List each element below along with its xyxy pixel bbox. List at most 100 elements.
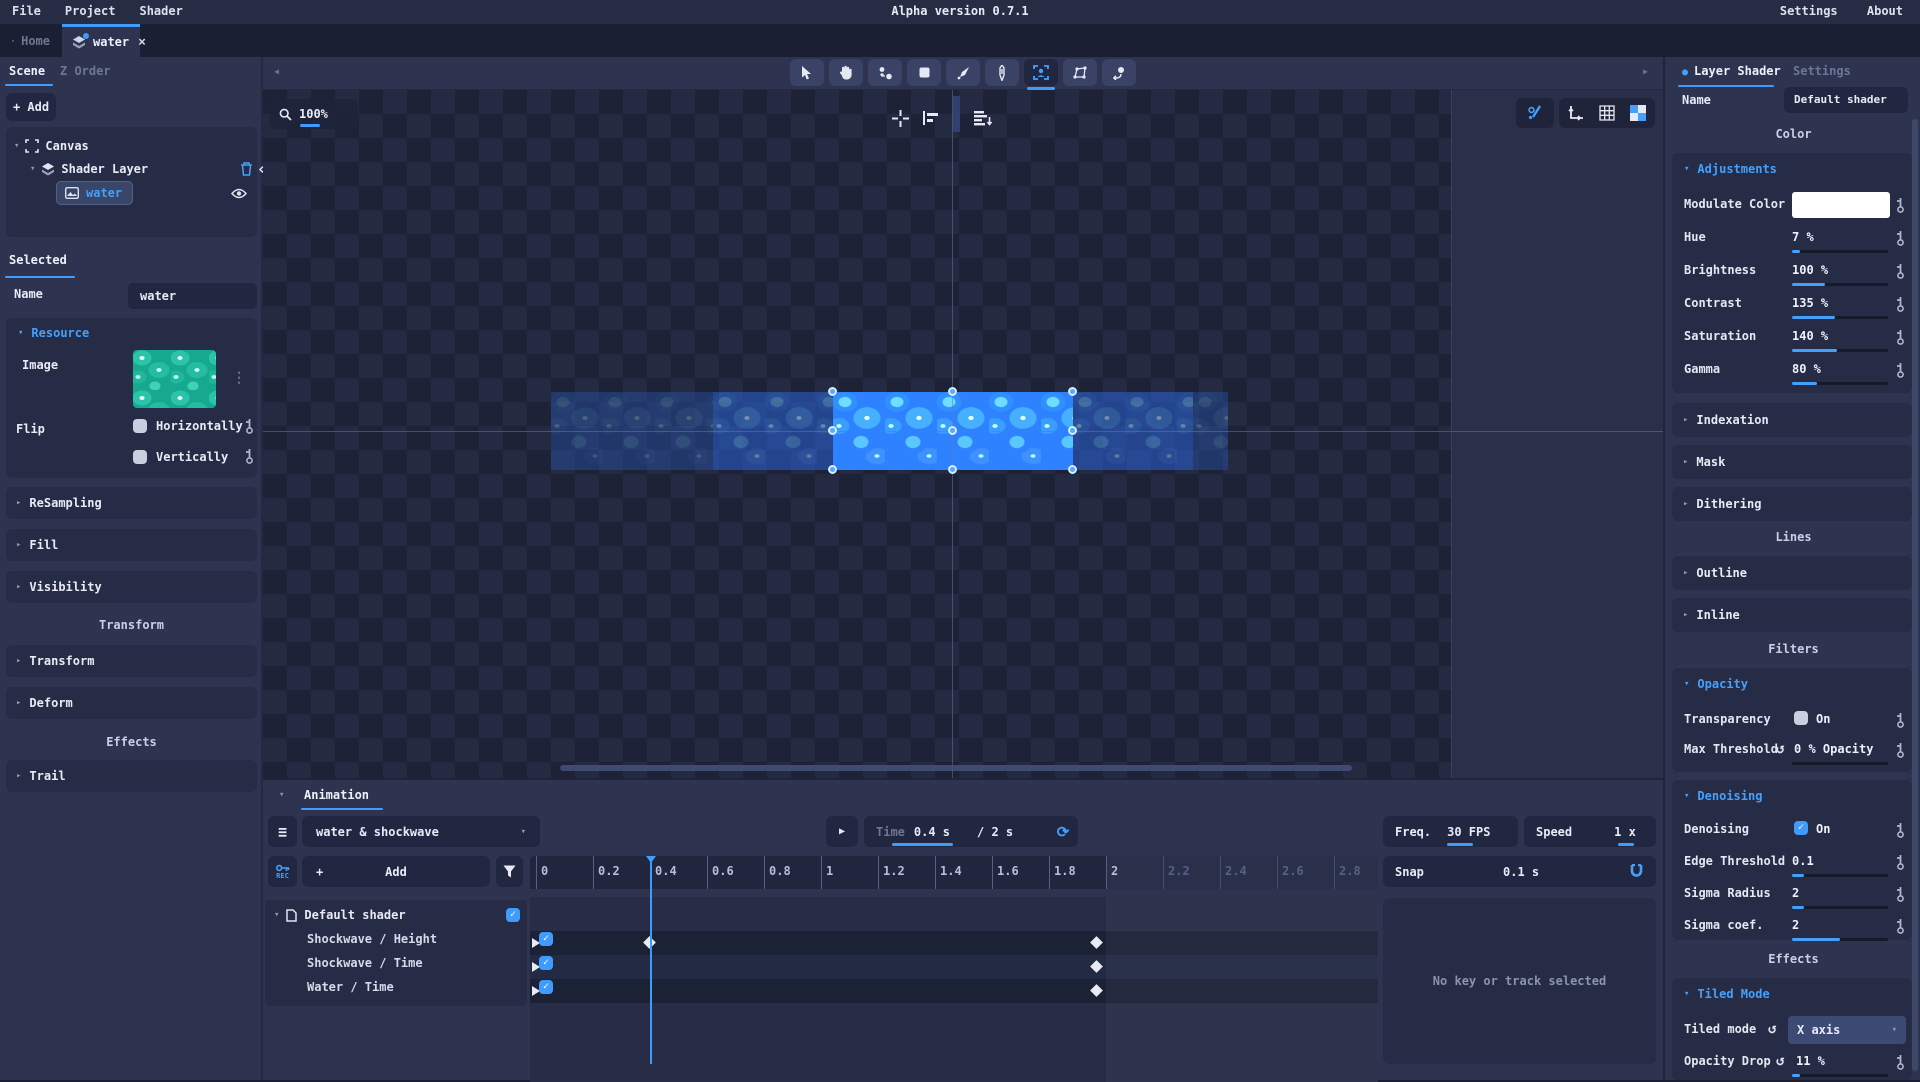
menu-project[interactable]: Project bbox=[65, 4, 116, 18]
selection-handle[interactable] bbox=[1068, 465, 1077, 474]
selection-handle[interactable] bbox=[828, 465, 837, 474]
panel-scrollbar[interactable] bbox=[1912, 119, 1918, 1071]
brush-tool-button[interactable] bbox=[946, 59, 980, 86]
opacity-drop-value[interactable]: 11 % bbox=[1796, 1054, 1825, 1068]
trash-icon[interactable] bbox=[240, 162, 253, 176]
canvas-viewport[interactable]: 100% bbox=[263, 90, 1663, 778]
sigma-coef-value[interactable]: 2 bbox=[1792, 918, 1799, 932]
selection-handle[interactable] bbox=[828, 387, 837, 396]
denoising-checkbox[interactable]: ✓ bbox=[1794, 821, 1808, 835]
tab-z-order[interactable]: Z Order bbox=[60, 64, 111, 78]
menu-about[interactable]: About bbox=[1867, 4, 1903, 18]
outline-section[interactable]: ▸Outline bbox=[1672, 556, 1912, 590]
keyframe-icon[interactable] bbox=[1895, 886, 1906, 902]
menu-settings[interactable]: Settings bbox=[1780, 4, 1838, 18]
edge-threshold-value[interactable]: 0.1 bbox=[1792, 854, 1814, 868]
section-deform[interactable]: ▸Deform bbox=[6, 687, 257, 719]
pan-tool-button[interactable] bbox=[829, 59, 863, 86]
frequency-field[interactable]: Freq. 30 FPS bbox=[1383, 816, 1518, 847]
select-tool-button[interactable] bbox=[790, 59, 824, 86]
menu-file[interactable]: File bbox=[12, 4, 41, 18]
resource-image-thumbnail[interactable] bbox=[133, 350, 216, 408]
more-options-icon[interactable]: ⋮ bbox=[232, 370, 246, 386]
eye-icon[interactable] bbox=[231, 188, 247, 199]
selection-handle[interactable] bbox=[828, 426, 837, 435]
chevron-down-icon[interactable]: ▾ bbox=[14, 141, 19, 151]
path-tool-button[interactable] bbox=[1063, 59, 1097, 86]
frame-tool-button[interactable] bbox=[1024, 59, 1058, 86]
mask-section[interactable]: ▸Mask bbox=[1672, 445, 1912, 479]
sigma-radius-slider[interactable] bbox=[1792, 906, 1888, 909]
tab-scene[interactable]: Scene bbox=[9, 64, 45, 78]
panel-collapse-icon[interactable]: ▾ bbox=[279, 790, 284, 800]
layer-name-input[interactable]: water bbox=[128, 283, 257, 309]
indexation-section[interactable]: ▸Indexation bbox=[1672, 403, 1912, 437]
tiled-mode-header[interactable]: ▾Tiled Mode bbox=[1672, 978, 1912, 1001]
track-row-default-shader[interactable]: ▾ Default shader ✓ bbox=[267, 903, 534, 927]
time-field[interactable]: Time 0.4 s / 2 s bbox=[864, 816, 1062, 847]
onion-skin-toggle[interactable] bbox=[1516, 98, 1554, 128]
hue-slider[interactable] bbox=[1792, 250, 1888, 253]
add-layer-button[interactable]: + Add bbox=[6, 93, 56, 121]
brightness-slider[interactable] bbox=[1792, 283, 1888, 286]
reset-icon[interactable]: ↺ bbox=[1776, 741, 1784, 757]
dimensions-icon[interactable] bbox=[1568, 105, 1584, 121]
resource-section-header[interactable]: ▾Resource bbox=[6, 318, 257, 340]
keyframe-icon[interactable] bbox=[244, 418, 255, 434]
menu-shader[interactable]: Shader bbox=[139, 4, 182, 18]
tab-water[interactable]: water × bbox=[62, 24, 140, 57]
track-visible-checkbox[interactable]: ✓ bbox=[539, 980, 553, 994]
keyframe-icon[interactable] bbox=[1895, 329, 1906, 345]
speed-field[interactable]: Speed 1 x bbox=[1524, 816, 1656, 847]
keyframe-icon[interactable] bbox=[1895, 742, 1906, 758]
keyframe-diamond[interactable] bbox=[1091, 960, 1104, 973]
checkerboard-icon[interactable] bbox=[1630, 105, 1646, 121]
saturation-slider[interactable] bbox=[1792, 349, 1888, 352]
keyframe-diamond[interactable] bbox=[1091, 984, 1104, 997]
pin-tool-button[interactable] bbox=[985, 59, 1019, 86]
keyframe-icon[interactable] bbox=[1895, 712, 1906, 728]
reset-icon[interactable]: ↺ bbox=[1776, 1053, 1784, 1069]
tiled-mode-dropdown[interactable]: X axis ▾ bbox=[1788, 1016, 1906, 1044]
loop-toggle-button[interactable]: ⟳ bbox=[1048, 816, 1078, 847]
sigma-radius-value[interactable]: 2 bbox=[1792, 886, 1799, 900]
track-row-shockwave-time[interactable]: Shockwave / Time ✓ bbox=[267, 951, 567, 975]
keyframe-icon[interactable] bbox=[1895, 362, 1906, 378]
timeline-lanes[interactable] bbox=[530, 897, 1378, 1082]
tree-item-shader-layer[interactable]: ▾ Shader Layer bbox=[6, 158, 281, 180]
flip-vertical-checkbox[interactable] bbox=[133, 450, 147, 464]
selection-handle[interactable] bbox=[948, 426, 957, 435]
reset-icon[interactable]: ↺ bbox=[1768, 1021, 1776, 1037]
track-row-shockwave-height[interactable]: Shockwave / Height ✓ bbox=[267, 927, 567, 951]
keyframe-icon[interactable] bbox=[244, 448, 255, 464]
gamma-slider[interactable] bbox=[1792, 382, 1888, 385]
keyframe-icon[interactable] bbox=[1895, 230, 1906, 246]
section-visibility[interactable]: ▸Visibility bbox=[6, 571, 257, 603]
max-threshold-slider[interactable] bbox=[1792, 762, 1888, 765]
track-visible-checkbox[interactable]: ✓ bbox=[539, 956, 553, 970]
denoising-header[interactable]: ▾Denoising bbox=[1672, 780, 1912, 803]
keyframe-icon[interactable] bbox=[1895, 854, 1906, 870]
track-row-water-time[interactable]: Water / Time ✓ bbox=[267, 975, 567, 999]
animation-tab[interactable]: Animation bbox=[304, 788, 369, 802]
section-trail[interactable]: ▸Trail bbox=[6, 760, 257, 792]
selection-handle[interactable] bbox=[948, 465, 957, 474]
crosshair-icon[interactable] bbox=[892, 110, 909, 127]
move-anchor-tool-button[interactable] bbox=[868, 59, 902, 86]
sigma-coef-slider[interactable] bbox=[1792, 938, 1888, 941]
record-keyframe-button[interactable]: REC bbox=[268, 856, 297, 887]
transparency-checkbox[interactable] bbox=[1794, 711, 1808, 725]
keyframe-icon[interactable] bbox=[1895, 1054, 1906, 1070]
saturation-value[interactable]: 140 % bbox=[1792, 329, 1828, 343]
snap-field[interactable]: Snap 0.1 s bbox=[1383, 856, 1656, 887]
inline-section[interactable]: ▸Inline bbox=[1672, 598, 1912, 632]
edge-threshold-slider[interactable] bbox=[1792, 874, 1888, 877]
keyframe-icon[interactable] bbox=[1895, 197, 1906, 213]
deform-tool-button[interactable] bbox=[1102, 59, 1136, 86]
flip-horizontal-checkbox[interactable] bbox=[133, 419, 147, 433]
keyframe-icon[interactable] bbox=[1895, 918, 1906, 934]
tab-layer-shader[interactable]: ● Layer Shader bbox=[1682, 64, 1781, 78]
dithering-section[interactable]: ▸Dithering bbox=[1672, 487, 1912, 521]
shader-name-input[interactable]: Default shader bbox=[1784, 87, 1908, 113]
align-left-icon[interactable] bbox=[923, 111, 939, 125]
